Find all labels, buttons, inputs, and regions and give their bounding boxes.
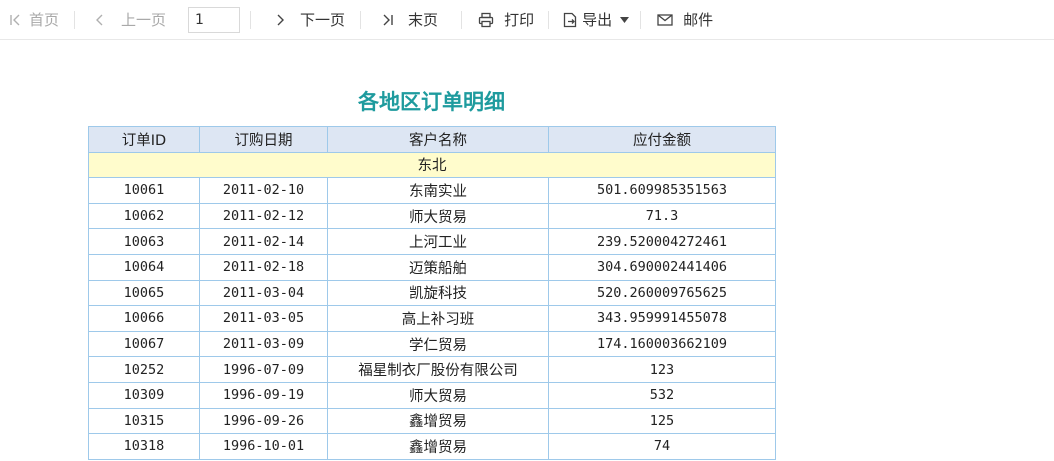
table-row: 10061 2011-02-10 东南实业 501.609985351563 bbox=[88, 177, 776, 204]
export-dropdown[interactable]: 导出 bbox=[562, 0, 630, 40]
order-date-cell: 1996-10-01 bbox=[199, 433, 328, 460]
customer-name-cell: 东南实业 bbox=[327, 177, 549, 204]
amount-cell: 304.690002441406 bbox=[548, 253, 776, 281]
export-icon bbox=[562, 12, 578, 28]
customer-name-cell: 师大贸易 bbox=[327, 202, 549, 230]
customer-name-cell: 迈策船舶 bbox=[327, 253, 549, 281]
table-row: 10318 1996-10-01 鑫增贸易 74 bbox=[88, 433, 776, 460]
table-row: 10309 1996-09-19 师大贸易 532 bbox=[88, 381, 776, 409]
toolbar-divider bbox=[74, 10, 76, 29]
first-page-icon bbox=[9, 14, 21, 26]
chevron-right-icon bbox=[276, 14, 285, 26]
header-customer-name: 客户名称 bbox=[327, 126, 549, 153]
order-id-cell: 10061 bbox=[88, 177, 200, 204]
amount-cell: 174.160003662109 bbox=[548, 330, 776, 358]
amount-cell: 71.3 bbox=[548, 202, 776, 230]
first-page-button[interactable]: 首页 bbox=[9, 0, 59, 40]
next-page-label: 下一页 bbox=[300, 11, 346, 29]
customer-name-cell: 凯旋科技 bbox=[327, 279, 549, 307]
order-date-cell: 2011-02-14 bbox=[199, 228, 328, 255]
toolbar-divider bbox=[640, 10, 642, 29]
amount-cell: 125 bbox=[548, 407, 776, 435]
table-row: 10315 1996-09-26 鑫增贸易 125 bbox=[88, 407, 776, 435]
table-row: 10066 2011-03-05 高上补习班 343.959991455078 bbox=[88, 305, 776, 332]
customer-name-cell: 高上补习班 bbox=[327, 305, 549, 332]
order-date-cell: 2011-03-04 bbox=[199, 279, 328, 307]
order-date-cell: 2011-03-05 bbox=[199, 305, 328, 332]
toolbar-divider bbox=[360, 10, 362, 29]
order-date-cell: 2011-02-18 bbox=[199, 253, 328, 281]
caret-down-icon bbox=[620, 16, 630, 23]
table-row: 10062 2011-02-12 师大贸易 71.3 bbox=[88, 202, 776, 230]
order-date-cell: 1996-09-19 bbox=[199, 381, 328, 409]
order-id-cell: 10309 bbox=[88, 381, 200, 409]
group-row: 东北 bbox=[88, 151, 776, 179]
amount-cell: 343.959991455078 bbox=[548, 305, 776, 332]
customer-name-cell: 师大贸易 bbox=[327, 381, 549, 409]
group-label: 东北 bbox=[88, 151, 776, 179]
customer-name-cell: 福星制衣厂股份有限公司 bbox=[327, 356, 549, 383]
table-header-row: 订单ID 订购日期 客户名称 应付金额 bbox=[88, 126, 776, 153]
order-date-cell: 2011-02-12 bbox=[199, 202, 328, 230]
mail-icon bbox=[657, 13, 673, 26]
customer-name-cell: 上河工业 bbox=[327, 228, 549, 255]
customer-name-cell: 鑫增贸易 bbox=[327, 407, 549, 435]
order-date-cell: 2011-02-10 bbox=[199, 177, 328, 204]
header-order-date: 订购日期 bbox=[199, 126, 328, 153]
export-label: 导出 bbox=[582, 11, 613, 29]
print-button[interactable]: 打印 bbox=[478, 0, 534, 40]
order-date-cell: 2011-03-09 bbox=[199, 330, 328, 358]
table-row: 10063 2011-02-14 上河工业 239.520004272461 bbox=[88, 228, 776, 255]
toolbar-divider bbox=[548, 10, 550, 29]
order-id-cell: 10067 bbox=[88, 330, 200, 358]
order-detail-table: 订单ID 订购日期 客户名称 应付金额 东北 10061 2011-02-10 … bbox=[88, 126, 776, 460]
customer-name-cell: 学仁贸易 bbox=[327, 330, 549, 358]
order-id-cell: 10318 bbox=[88, 433, 200, 460]
mail-label: 邮件 bbox=[683, 11, 714, 29]
report-title: 各地区订单明细 bbox=[358, 89, 505, 114]
next-page-button[interactable]: 下一页 bbox=[276, 0, 345, 40]
last-page-button[interactable]: 末页 bbox=[382, 0, 438, 40]
amount-cell: 532 bbox=[548, 381, 776, 409]
page-number-input[interactable] bbox=[188, 6, 241, 33]
amount-cell: 520.260009765625 bbox=[548, 279, 776, 307]
prev-page-label: 上一页 bbox=[121, 11, 167, 29]
first-page-label: 首页 bbox=[29, 11, 60, 29]
order-date-cell: 1996-07-09 bbox=[199, 356, 328, 383]
customer-name-cell: 鑫增贸易 bbox=[327, 433, 549, 460]
order-id-cell: 10252 bbox=[88, 356, 200, 383]
amount-cell: 501.609985351563 bbox=[548, 177, 776, 204]
table-row: 10067 2011-03-09 学仁贸易 174.160003662109 bbox=[88, 330, 776, 358]
order-id-cell: 10066 bbox=[88, 305, 200, 332]
order-id-cell: 10064 bbox=[88, 253, 200, 281]
order-id-cell: 10065 bbox=[88, 279, 200, 307]
order-id-cell: 10063 bbox=[88, 228, 200, 255]
print-label: 打印 bbox=[504, 11, 535, 29]
amount-cell: 239.520004272461 bbox=[548, 228, 776, 255]
header-order-id: 订单ID bbox=[88, 126, 200, 153]
order-id-cell: 10315 bbox=[88, 407, 200, 435]
table-row: 10252 1996-07-09 福星制衣厂股份有限公司 123 bbox=[88, 356, 776, 383]
last-page-icon bbox=[382, 14, 394, 26]
chevron-left-icon bbox=[96, 14, 104, 26]
table-row: 10064 2011-02-18 迈策船舶 304.690002441406 bbox=[88, 253, 776, 281]
toolbar-divider bbox=[250, 10, 252, 29]
toolbar-divider bbox=[461, 10, 463, 29]
printer-icon bbox=[478, 12, 494, 28]
mail-button[interactable]: 邮件 bbox=[657, 0, 713, 40]
table-row: 10065 2011-03-04 凯旋科技 520.260009765625 bbox=[88, 279, 776, 307]
order-date-cell: 1996-09-26 bbox=[199, 407, 328, 435]
order-id-cell: 10062 bbox=[88, 202, 200, 230]
last-page-label: 末页 bbox=[408, 11, 439, 29]
prev-page-button[interactable]: 上一页 bbox=[96, 0, 166, 40]
report-toolbar: 首页 上一页 下一页 末页 打印 导出 bbox=[0, 0, 1054, 40]
header-amount-due: 应付金额 bbox=[548, 126, 776, 153]
amount-cell: 74 bbox=[548, 433, 776, 460]
amount-cell: 123 bbox=[548, 356, 776, 383]
